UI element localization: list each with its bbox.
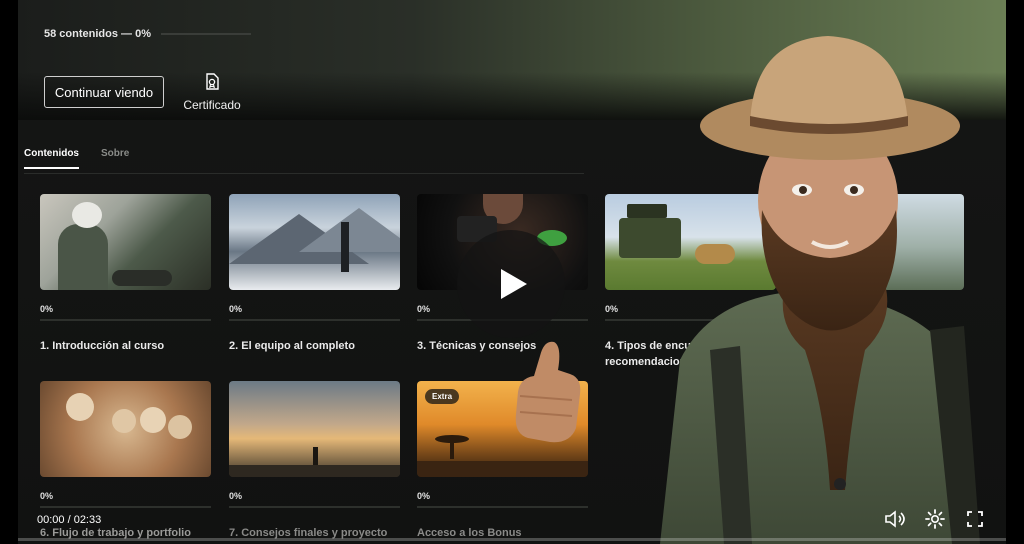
lesson-progress-bar: [229, 506, 400, 508]
lesson-progress-text: 0%: [417, 491, 431, 501]
lesson-progress-text: 0%: [229, 304, 243, 314]
lesson-progress-bar: [40, 506, 211, 508]
lesson-thumbnail[interactable]: [229, 381, 400, 477]
tabs-divider: [24, 173, 584, 174]
volume-button[interactable]: [884, 508, 906, 530]
course-progress: 58 contenidos — 0%: [44, 28, 251, 40]
seek-bar[interactable]: [18, 538, 1006, 541]
lesson-progress-text: 0%: [40, 491, 54, 501]
certificate-icon: [206, 73, 219, 90]
lesson-title[interactable]: 2. El equipo al completo: [229, 338, 400, 354]
certificate-button[interactable]: Certificado: [180, 72, 244, 114]
lesson-progress-text: 0%: [40, 304, 54, 314]
continue-watching-button[interactable]: Continuar viendo: [44, 76, 164, 108]
tab-contenidos[interactable]: Contenidos: [24, 148, 79, 169]
fullscreen-button[interactable]: [964, 508, 986, 530]
instructor-image: [640, 30, 988, 544]
volume-icon: [885, 510, 905, 528]
course-progress-bar: [160, 33, 251, 35]
thumbs-up-hand: [515, 341, 581, 443]
instructor-illustration: [660, 36, 980, 544]
course-progress-text: 58 contenidos — 0%: [44, 28, 151, 40]
lesson-title[interactable]: 7. Consejos finales y proyecto final: [229, 525, 400, 544]
lesson-progress-bar: [229, 319, 400, 321]
certificate-label: Certificado: [183, 98, 241, 112]
lesson-title[interactable]: 1. Introducción al curso: [40, 338, 211, 354]
extra-badge: Extra: [425, 389, 460, 404]
lesson-progress-bar: [417, 506, 588, 508]
content-tabs: Contenidos Sobre: [24, 148, 151, 169]
lesson-thumbnail[interactable]: [40, 194, 211, 290]
lesson-card[interactable]: 0% 7. Consejos finales y proyecto final: [229, 381, 400, 544]
lesson-progress-bar: [40, 319, 211, 321]
time-display: 00:00 / 02:33: [37, 514, 102, 526]
settings-icon: [925, 509, 945, 529]
play-button[interactable]: [457, 230, 565, 338]
lesson-card[interactable]: 0% 2. El equipo al completo: [229, 194, 400, 354]
lesson-card[interactable]: 0% 1. Introducción al curso: [40, 194, 211, 354]
tab-sobre[interactable]: Sobre: [101, 148, 129, 169]
lesson-progress-text: 0%: [229, 491, 243, 501]
settings-button[interactable]: [924, 508, 946, 530]
lesson-thumbnail[interactable]: [229, 194, 400, 290]
lesson-thumbnail[interactable]: [40, 381, 211, 477]
fullscreen-icon: [967, 511, 983, 527]
play-icon: [501, 269, 527, 299]
